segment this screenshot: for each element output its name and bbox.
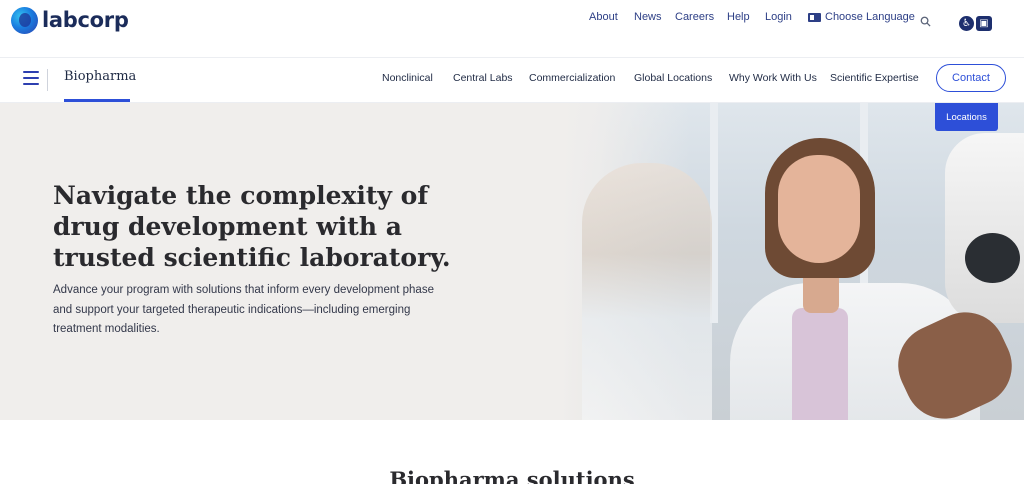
hamburger-menu-icon[interactable] — [23, 71, 39, 85]
nav-item-central-labs[interactable]: Central Labs — [453, 72, 513, 84]
section-title[interactable]: Biopharma — [64, 69, 136, 84]
nav-divider — [47, 69, 48, 91]
search-icon[interactable] — [920, 16, 931, 30]
nav-item-why-work-with-us[interactable]: Why Work With Us — [729, 72, 817, 84]
utility-header: labcorp About News Careers Help Login Ch… — [0, 0, 1024, 58]
main-nav: Biopharma Nonclinical Central Labs Comme… — [0, 59, 1024, 103]
nav-item-scientific-expertise[interactable]: Scientific Expertise — [830, 72, 919, 84]
display-settings-icon: ▣ — [976, 16, 992, 31]
solutions-heading: Biopharma solutions — [389, 467, 635, 484]
hero-description: Advance your program with solutions that… — [53, 284, 434, 335]
nav-item-commercialization[interactable]: Commercialization — [529, 72, 615, 84]
utility-link-login[interactable]: Login — [765, 11, 792, 23]
locations-button[interactable]: Locations — [935, 103, 998, 131]
accessibility-widget[interactable]: ♿ ▣ — [959, 16, 997, 32]
language-icon — [808, 12, 821, 22]
nav-item-global-locations[interactable]: Global Locations — [634, 72, 712, 84]
labcorp-logo[interactable]: labcorp — [11, 6, 129, 34]
hero-image-scientists — [560, 103, 1024, 420]
active-section-indicator — [64, 99, 130, 102]
utility-link-help[interactable]: Help — [727, 11, 750, 23]
utility-link-careers[interactable]: Careers — [675, 11, 714, 23]
accessibility-icon: ♿ — [959, 16, 974, 31]
labcorp-logo-mark — [11, 6, 38, 34]
hero-title: Navigate the complexity of drug developm… — [53, 181, 451, 272]
choose-language-button[interactable]: Choose Language — [808, 11, 915, 23]
hero-section: Navigate the complexity of drug developm… — [0, 103, 1024, 420]
choose-language-label: Choose Language — [825, 11, 915, 23]
labcorp-logo-text: labcorp — [42, 8, 129, 32]
contact-button[interactable]: Contact — [936, 64, 1006, 92]
utility-link-news[interactable]: News — [634, 11, 662, 23]
utility-link-about[interactable]: About — [589, 11, 618, 23]
nav-item-nonclinical[interactable]: Nonclinical — [382, 72, 433, 84]
